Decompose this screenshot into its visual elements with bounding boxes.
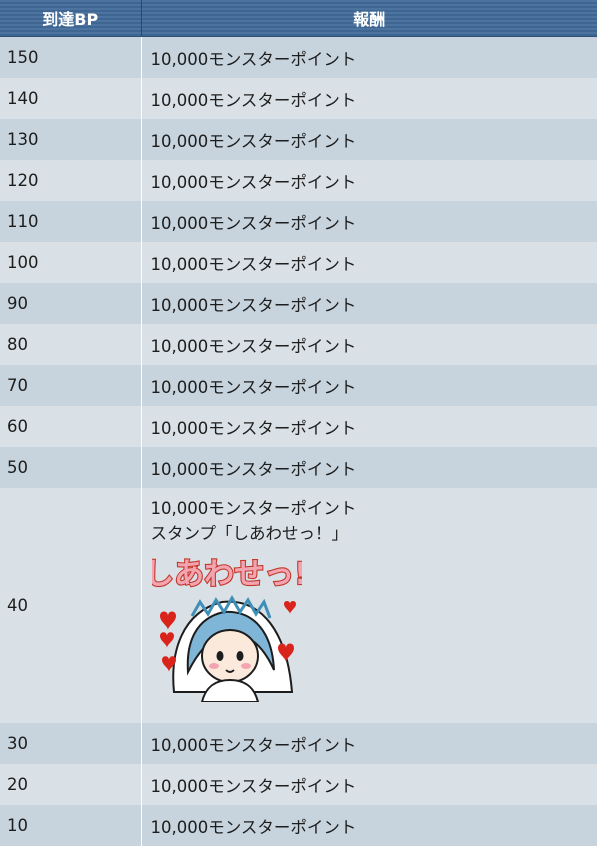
bp-cell: 150 [0, 37, 141, 79]
reward-cell: 10,000モンスターポイント [141, 447, 597, 488]
table-row: 140 10,000モンスターポイント [0, 78, 597, 119]
bp-cell: 80 [0, 324, 141, 365]
stamp-title-text: しあわせっ! [152, 557, 302, 592]
face-shape [202, 630, 258, 682]
column-header-bp: 到達BP [0, 0, 141, 37]
reward-points-text: 10,000モンスターポイント [151, 496, 597, 521]
table-row: 120 10,000モンスターポイント [0, 160, 597, 201]
reward-table: 到達BP 報酬 150 10,000モンスターポイント 140 10,000モン… [0, 0, 597, 846]
heart-icon [284, 601, 296, 614]
column-header-reward: 報酬 [141, 0, 597, 37]
table-header-row: 到達BP 報酬 [0, 0, 597, 37]
bp-cell: 120 [0, 160, 141, 201]
heart-icon [160, 612, 176, 631]
bp-cell: 20 [0, 764, 141, 805]
reward-cell: 10,000モンスターポイント [141, 805, 597, 846]
bp-cell: 130 [0, 119, 141, 160]
table-row: 150 10,000モンスターポイント [0, 37, 597, 79]
eye-left [216, 651, 223, 661]
bp-cell: 30 [0, 723, 141, 764]
reward-cell: 10,000モンスターポイント [141, 764, 597, 805]
blush-right [241, 663, 251, 669]
bp-cell: 110 [0, 201, 141, 242]
reward-cell: 10,000モンスターポイント [141, 37, 597, 79]
reward-cell: 10,000モンスターポイント [141, 324, 597, 365]
reward-cell: 10,000モンスターポイント スタンプ「しあわせっ！」 しあわせっ! [141, 488, 597, 723]
bp-cell: 50 [0, 447, 141, 488]
table-row: 60 10,000モンスターポイント [0, 406, 597, 447]
reward-cell: 10,000モンスターポイント [141, 283, 597, 324]
reward-cell: 10,000モンスターポイント [141, 365, 597, 406]
reward-cell: 10,000モンスターポイント [141, 723, 597, 764]
bp-cell: 10 [0, 805, 141, 846]
reward-cell: 10,000モンスターポイント [141, 160, 597, 201]
reward-cell: 10,000モンスターポイント [141, 78, 597, 119]
bp-cell: 140 [0, 78, 141, 119]
heart-icon [160, 632, 174, 648]
bp-cell: 60 [0, 406, 141, 447]
reward-cell: 10,000モンスターポイント [141, 242, 597, 283]
table-row: 30 10,000モンスターポイント [0, 723, 597, 764]
table-row: 70 10,000モンスターポイント [0, 365, 597, 406]
stamp-image: しあわせっ! [152, 552, 302, 702]
table-row: 130 10,000モンスターポイント [0, 119, 597, 160]
bp-cell: 90 [0, 283, 141, 324]
bp-cell: 40 [0, 488, 141, 723]
table-row: 10 10,000モンスターポイント [0, 805, 597, 846]
reward-cell: 10,000モンスターポイント [141, 406, 597, 447]
reward-cell: 10,000モンスターポイント [141, 201, 597, 242]
table-row: 100 10,000モンスターポイント [0, 242, 597, 283]
table-row: 40 10,000モンスターポイント スタンプ「しあわせっ！」 しあわせっ! [0, 488, 597, 723]
blush-left [209, 663, 219, 669]
table-row: 110 10,000モンスターポイント [0, 201, 597, 242]
reward-stamp-text: スタンプ「しあわせっ！」 [151, 521, 597, 546]
table-row: 90 10,000モンスターポイント [0, 283, 597, 324]
table-row: 50 10,000モンスターポイント [0, 447, 597, 488]
table-row: 80 10,000モンスターポイント [0, 324, 597, 365]
bp-cell: 70 [0, 365, 141, 406]
reward-cell: 10,000モンスターポイント [141, 119, 597, 160]
bp-cell: 100 [0, 242, 141, 283]
eye-right [236, 651, 243, 661]
table-row: 20 10,000モンスターポイント [0, 764, 597, 805]
